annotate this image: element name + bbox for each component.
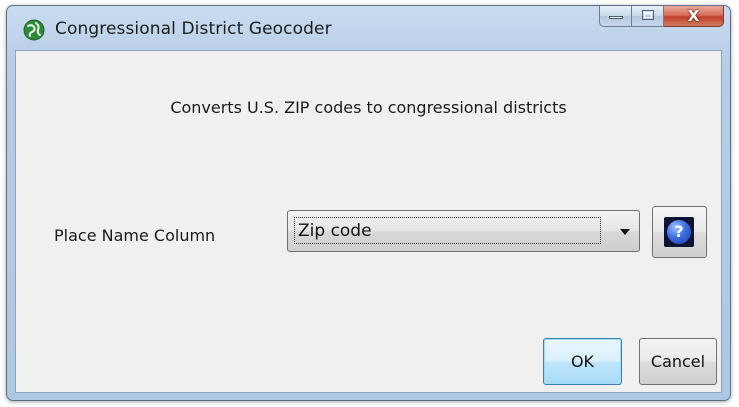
dialog-content: Converts U.S. ZIP codes to congressional… <box>15 50 722 393</box>
title-bar[interactable]: Congressional District Geocoder X <box>7 6 730 50</box>
help-question-glyph: ? <box>667 220 691 244</box>
ok-button[interactable]: OK <box>543 338 622 385</box>
place-name-column-label: Place Name Column <box>54 226 216 245</box>
maximize-icon <box>642 10 654 20</box>
caption-buttons: X <box>599 6 724 28</box>
close-button[interactable]: X <box>664 6 724 27</box>
help-button[interactable]: ? <box>652 206 707 258</box>
dialog-window: Congressional District Geocoder X Conver… <box>6 5 731 401</box>
globe-app-icon <box>23 19 45 41</box>
help-icon: ? <box>664 217 694 247</box>
minimize-button[interactable] <box>599 6 632 27</box>
minimize-icon <box>609 16 623 19</box>
cancel-button[interactable]: Cancel <box>639 338 717 385</box>
maximize-button[interactable] <box>632 6 664 27</box>
window-title: Congressional District Geocoder <box>55 19 332 39</box>
place-name-column-dropdown[interactable]: Zip code <box>287 210 640 252</box>
close-icon: X <box>687 7 700 25</box>
dialog-description: Converts U.S. ZIP codes to congressional… <box>170 98 567 117</box>
dropdown-selected-value: Zip code <box>294 217 601 244</box>
chevron-down-icon <box>620 229 630 235</box>
